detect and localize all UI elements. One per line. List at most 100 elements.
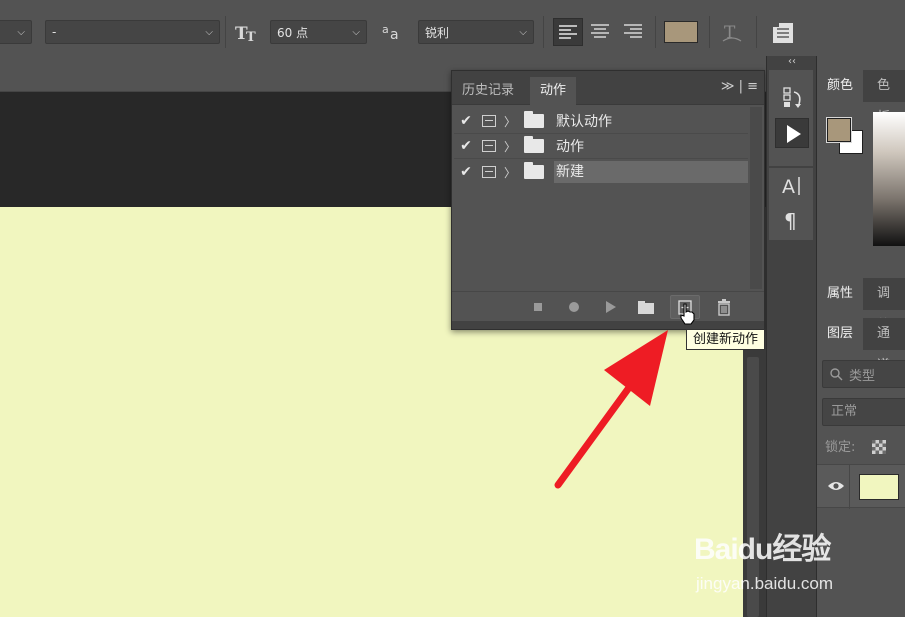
character-icon: A [782, 176, 800, 198]
tab-adjustments[interactable]: 调整 [867, 278, 905, 333]
actions-panel-tabs: 历史记录 动作 ≫ | ≡ [452, 71, 764, 105]
eye-icon[interactable] [827, 479, 845, 493]
blend-mode-dropdown[interactable]: 正常 [822, 398, 905, 426]
tab-layers[interactable]: 图层 [817, 318, 864, 350]
tab-swatches[interactable]: 色板 [867, 70, 905, 125]
chevron-down-icon: ⌵ [519, 26, 527, 38]
action-set-row[interactable]: ✔ 〉 动作 [454, 134, 748, 158]
search-icon [830, 368, 843, 381]
actions-panel-footer [452, 291, 764, 321]
svg-text:a: a [390, 27, 399, 42]
dialog-toggle-icon[interactable] [482, 166, 496, 178]
chevron-right-icon[interactable]: 〉 [502, 113, 518, 130]
hand-cursor-icon [678, 302, 698, 326]
watermark-url: jingyan.baidu.com [696, 574, 834, 593]
font-style-dropdown[interactable]: - ⌵ [45, 20, 220, 44]
action-set-label: 动作 [556, 139, 584, 155]
tab-actions[interactable]: 动作 [530, 77, 577, 105]
layer-filter-input[interactable]: 类型 [822, 360, 905, 388]
align-right-button[interactable] [619, 18, 649, 46]
align-left-button[interactable] [553, 18, 583, 46]
action-set-label: 新建 [554, 161, 748, 183]
actions-list-scrollbar[interactable] [750, 107, 762, 289]
svg-text:¶: ¶ [784, 209, 797, 233]
layers-panel-tabs: 图层 通道 [817, 318, 905, 373]
folder-icon [524, 111, 544, 128]
watermark-brand: Baidu经验 [694, 533, 831, 566]
properties-panel-tabs: 属性 调整 [817, 278, 905, 333]
history-button[interactable] [775, 82, 809, 112]
action-set-row[interactable]: ✔ 〉 默认动作 [454, 109, 748, 133]
chevron-down-icon: ⌵ [352, 26, 360, 38]
check-icon[interactable]: ✔ [454, 138, 478, 154]
align-center-icon [591, 24, 609, 38]
action-set-row-selected[interactable]: ✔ 〉 新建 [454, 160, 748, 184]
antialias-icon: aa [382, 22, 404, 43]
baidu-watermark: Baidu经验 jingyan.baidu.com [694, 524, 859, 604]
antialias-value: 锐利 [425, 25, 450, 40]
layer-thumbnail [859, 474, 899, 500]
font-size-icon: TT [234, 20, 260, 45]
panel-menu-icon[interactable]: ≫ | ≡ [721, 79, 758, 94]
divider [849, 465, 850, 509]
layer-row[interactable] [817, 464, 905, 509]
play-icon [606, 301, 616, 313]
collapse-panels-button[interactable]: ‹‹ [767, 56, 817, 68]
paragraph-button[interactable]: ¶ [775, 204, 809, 234]
folder-icon [524, 136, 544, 153]
folder-icon [524, 162, 544, 179]
foreground-color-swatch[interactable] [826, 117, 852, 143]
layer-filter-placeholder: 类型 [849, 368, 876, 384]
svg-text:a: a [382, 23, 389, 36]
delete-button[interactable] [714, 298, 734, 316]
stop-button[interactable] [528, 298, 548, 316]
lock-label: 锁定: [825, 440, 856, 455]
align-right-icon [624, 24, 642, 38]
stop-icon [534, 303, 542, 311]
annotation-arrow-icon [548, 318, 678, 493]
character-button[interactable]: A [775, 170, 809, 200]
color-picker-field[interactable] [873, 112, 905, 246]
tab-history[interactable]: 历史记录 [452, 77, 524, 105]
color-panel-tabs: 颜色 色板 [817, 70, 905, 125]
chevron-down-icon: ⌵ [17, 26, 25, 38]
svg-text:A: A [782, 176, 795, 198]
actions-button[interactable] [775, 118, 809, 148]
play-button[interactable] [600, 298, 620, 316]
warp-text-button[interactable]: T [720, 20, 744, 46]
divider [543, 16, 544, 48]
action-set-label: 默认动作 [556, 114, 612, 130]
character-panel-icon [773, 23, 793, 43]
text-color-swatch[interactable] [664, 21, 698, 43]
record-button[interactable] [564, 298, 584, 316]
align-left-icon [559, 25, 577, 39]
align-center-button[interactable] [586, 18, 616, 46]
divider [756, 16, 757, 48]
dialog-toggle-icon[interactable] [482, 140, 496, 152]
chevron-right-icon[interactable]: 〉 [502, 138, 518, 155]
lock-transparent-icon[interactable] [872, 440, 886, 454]
tab-properties[interactable]: 属性 [817, 278, 864, 310]
trash-icon [718, 299, 730, 316]
divider [454, 158, 748, 159]
paragraph-icon: ¶ [784, 209, 797, 233]
dialog-toggle-icon[interactable] [482, 115, 496, 127]
tab-channels[interactable]: 通道 [867, 318, 905, 373]
toggle-panels-button[interactable] [770, 20, 796, 46]
chevron-down-icon: ⌵ [205, 26, 213, 38]
font-family-dropdown[interactable]: ⌵ [0, 20, 32, 44]
options-bar: ⌵ - ⌵ TT 60 点 ⌵ aa 锐利 ⌵ T [0, 0, 905, 64]
mini-group: A ¶ [769, 168, 813, 240]
antialias-dropdown[interactable]: 锐利 ⌵ [418, 20, 534, 44]
check-icon[interactable]: ✔ [454, 164, 478, 180]
tooltip: 创建新动作 [686, 329, 766, 350]
tab-color[interactable]: 颜色 [817, 70, 864, 102]
svg-text:T: T [246, 30, 256, 44]
divider [709, 16, 710, 48]
divider [655, 16, 656, 48]
font-style-value: - [52, 25, 57, 39]
font-size-dropdown[interactable]: 60 点 ⌵ [270, 20, 367, 44]
chevron-right-icon[interactable]: 〉 [502, 164, 518, 181]
new-set-button[interactable] [636, 298, 656, 316]
check-icon[interactable]: ✔ [454, 113, 478, 129]
